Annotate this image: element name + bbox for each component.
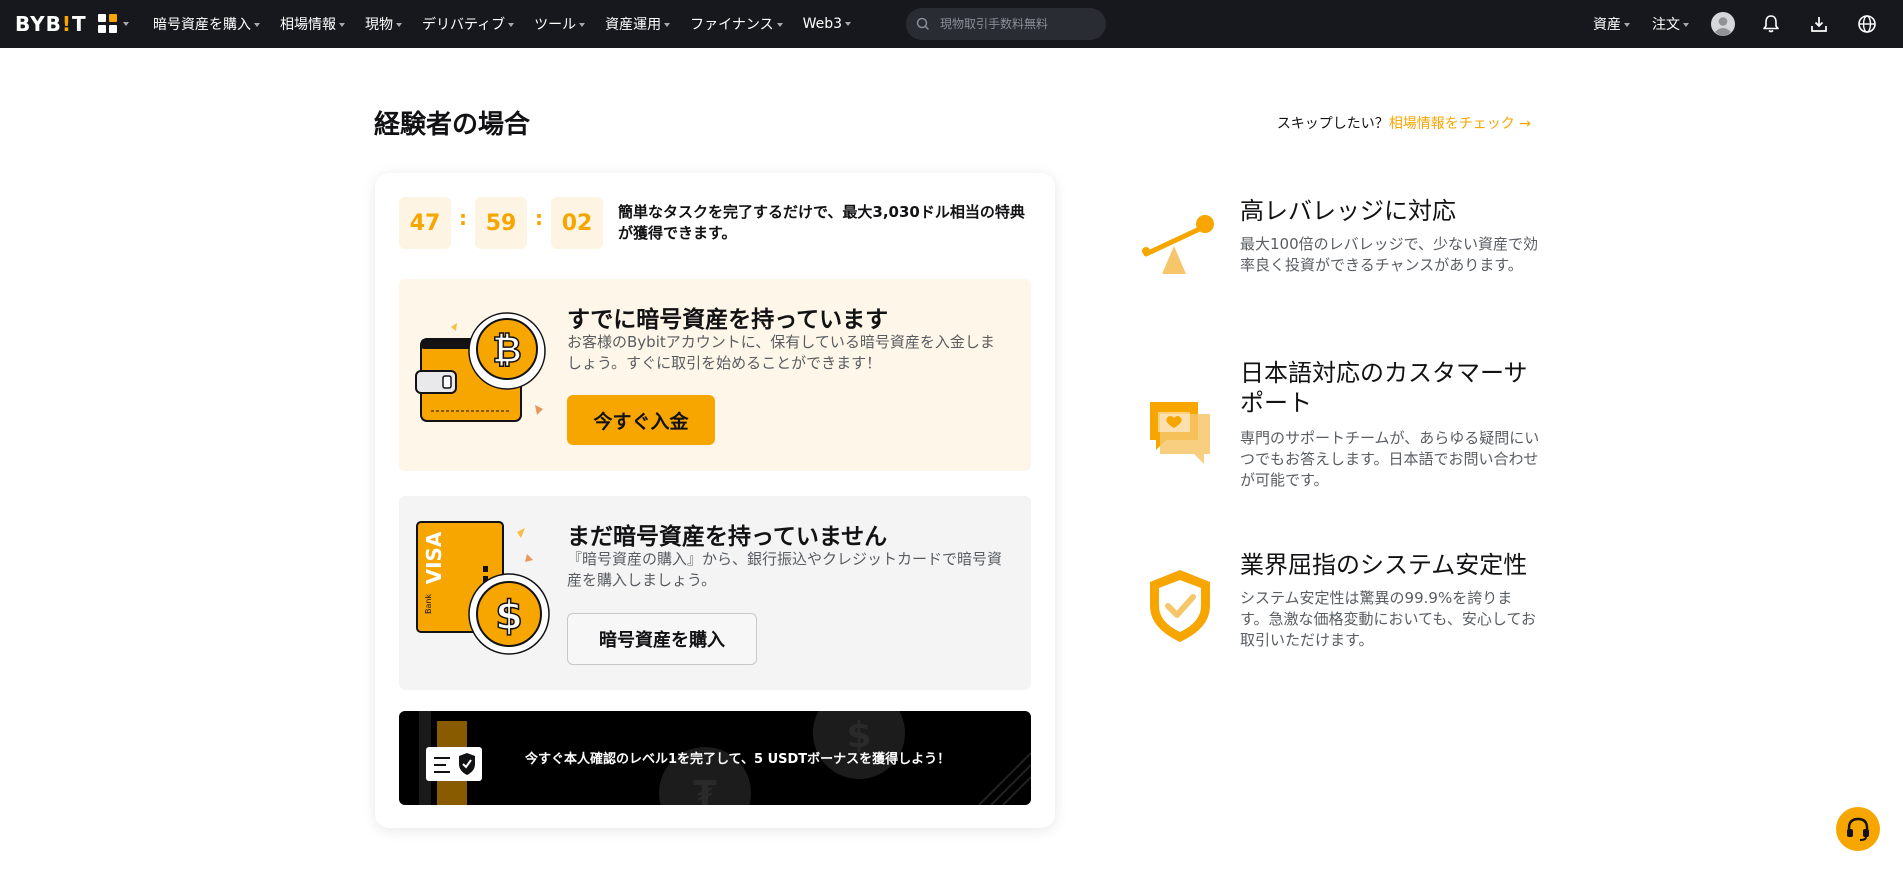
chevron-down-icon	[845, 22, 852, 26]
timer-minutes: 59	[475, 197, 527, 249]
search-box[interactable]	[906, 8, 1106, 40]
right-nav: 資産 注文	[1593, 0, 1903, 48]
visa-brand-text: VISA	[422, 531, 446, 584]
nav-item-web3[interactable]: Web3	[803, 16, 852, 32]
main-nav: 暗号資産を購入 相場情報 現物 デリバティブ ツール 資産運用 ファイナンス W…	[153, 0, 871, 48]
nav-item-assets[interactable]: 資産	[1593, 14, 1630, 34]
svg-text:₿: ₿	[492, 330, 521, 371]
market-link[interactable]: 相場情報をチェック →	[1389, 116, 1531, 132]
headset-icon	[1847, 817, 1869, 841]
visa-card-dollar-illustration: VISA Bank $	[416, 521, 550, 655]
card-bank-text: Bank	[424, 594, 433, 614]
chevron-down-icon	[1624, 23, 1630, 27]
feature-title: 高レバレッジに対応	[1240, 197, 1456, 225]
nav-item-earn[interactable]: 資産運用	[605, 14, 671, 34]
shield-check-icon	[1150, 570, 1210, 642]
chevron-down-icon	[1683, 23, 1689, 27]
have-crypto-panel: ₿ すでに暗号資産を持っています お客様のBybitアカウントに、保有している暗…	[399, 279, 1031, 471]
download-button[interactable]	[1807, 12, 1831, 36]
have-crypto-title: すでに暗号資産を持っています	[567, 307, 889, 333]
wallet-bitcoin-illustration: ₿	[415, 312, 546, 422]
chevron-down-icon	[579, 23, 586, 27]
skip-text: スキップしたい？	[1276, 116, 1389, 132]
chevron-down-icon	[123, 21, 129, 26]
seesaw-icon	[1142, 215, 1214, 274]
onboarding-card: 47 : 59 : 02 簡単なタスクを完了するだけで、最大3,030ドル相当の…	[375, 173, 1055, 828]
svg-text:₮: ₮	[693, 774, 717, 805]
bybit-logo[interactable]: BYB!T	[15, 12, 87, 36]
buy-crypto-button[interactable]: 暗号資産を購入	[567, 613, 757, 665]
skip-prompt: スキップしたい？相場情報をチェック →	[1277, 113, 1531, 133]
feature-description: 最大100倍のレバレッジで、少ない資産で効率良く投資ができるチャンスがあります。	[1240, 235, 1539, 274]
page-title: 経験者の場合	[374, 110, 531, 140]
apps-grid-icon	[98, 14, 117, 33]
notifications-button[interactable]	[1759, 12, 1783, 36]
timer-hours: 47	[399, 197, 451, 249]
timer-separator: :	[459, 206, 467, 230]
timer-seconds: 02	[551, 197, 603, 249]
nav-item-derivatives[interactable]: デリバティブ	[422, 14, 515, 34]
feature-description: 専門のサポートチームが、あらゆる疑問にいつでもお答えします。日本語でお問い合わせ…	[1240, 429, 1540, 489]
chevron-down-icon	[339, 23, 345, 27]
chevron-down-icon	[776, 23, 783, 27]
download-icon	[1811, 17, 1827, 32]
globe-icon	[1858, 15, 1876, 33]
chevron-down-icon	[396, 23, 402, 27]
customer-support-button[interactable]	[1836, 807, 1880, 851]
nav-item-finance[interactable]: ファイナンス	[690, 14, 783, 34]
search-input[interactable]	[940, 17, 1100, 31]
apps-menu-button[interactable]	[98, 14, 129, 33]
chat-bubbles-icon	[1150, 402, 1210, 464]
kyc-bonus-banner[interactable]: $ ₮ 今すぐ本人確認のレベル1を完了して、5 USDTボーナスを獲得しよう！	[399, 711, 1031, 805]
deposit-now-button[interactable]: 今すぐ入金	[567, 395, 715, 445]
no-crypto-panel: VISA Bank $ まだ暗号資産を持っていません 『暗号資産の購入』から、銀…	[399, 496, 1031, 690]
svg-text:$: $	[495, 593, 523, 639]
nav-item-tools[interactable]: ツール	[534, 14, 586, 34]
language-button[interactable]	[1855, 12, 1879, 36]
nav-item-spot[interactable]: 現物	[365, 14, 402, 34]
search-icon	[916, 17, 930, 31]
no-crypto-description: 『暗号資産の購入』から、銀行振込やクレジットカードで暗号資産を購入しましょう。	[567, 550, 1003, 589]
timer-separator: :	[535, 206, 543, 230]
feature-title: 日本語対応のカスタマーサポート	[1240, 359, 1528, 417]
nav-item-markets[interactable]: 相場情報	[280, 14, 345, 34]
chevron-down-icon	[508, 23, 515, 27]
id-card-icon	[426, 747, 482, 781]
banner-text: 今すぐ本人確認のレベル1を完了して、5 USDTボーナスを獲得しよう！	[525, 752, 951, 767]
countdown-timer: 47 : 59 : 02	[399, 197, 603, 249]
nav-item-orders[interactable]: 注文	[1652, 14, 1689, 34]
no-crypto-title: まだ暗号資産を持っていません	[567, 524, 888, 550]
feature-title: 業界屈指のシステム安定性	[1240, 551, 1528, 579]
avatar	[1711, 12, 1735, 36]
bell-icon	[1763, 15, 1779, 33]
chevron-down-icon	[664, 23, 671, 27]
have-crypto-description: お客様のBybitアカウントに、保有している暗号資産を入金しましょう。すぐに取引…	[567, 333, 995, 372]
top-navigation: BYB!T 暗号資産を購入 相場情報 現物 デリバティブ ツール 資産運用 ファ…	[0, 0, 1903, 48]
reward-text: 簡単なタスクを完了するだけで、最大3,030ドル相当の特典が獲得できます。	[618, 203, 1025, 242]
nav-item-buy-crypto[interactable]: 暗号資産を購入	[153, 14, 260, 34]
avatar-button[interactable]	[1711, 12, 1735, 36]
feature-description: システム安定性は驚異の99.9%を誇ります。急激な価格変動においても、安心してお…	[1240, 589, 1536, 649]
chevron-down-icon	[254, 23, 260, 27]
